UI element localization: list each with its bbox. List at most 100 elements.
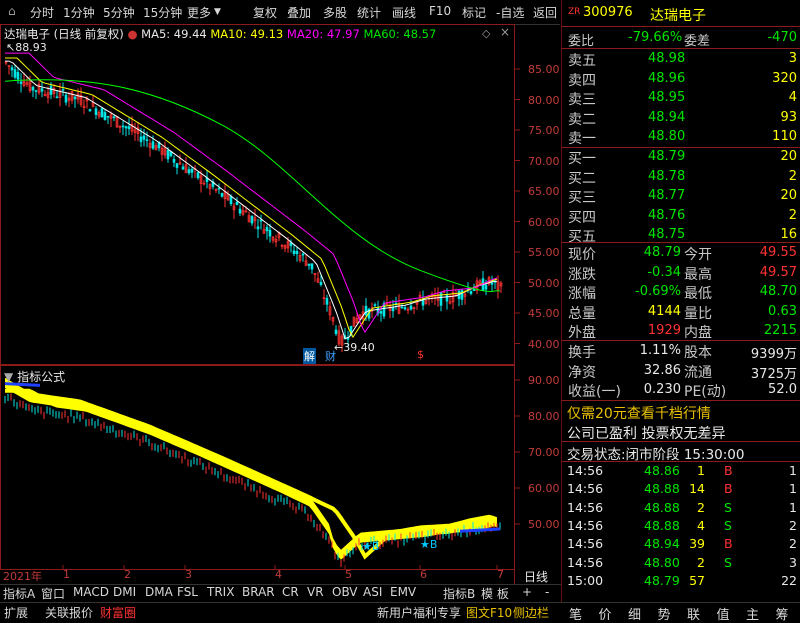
related-quotes-button[interactable]: 关联报价 — [45, 604, 93, 621]
ma-bullet-icon: ● — [127, 27, 138, 41]
tab-trix[interactable]: TRIX — [207, 585, 234, 599]
diamond-icon[interactable]: ◇ — [482, 27, 490, 40]
tab-15min[interactable]: 15分钟 — [143, 4, 182, 21]
tab-macd[interactable]: MACD — [73, 585, 109, 599]
quote-tab[interactable]: 价 — [599, 604, 612, 623]
candle-body — [484, 284, 488, 290]
stats-button[interactable]: 统计 — [357, 4, 381, 21]
candle-body — [112, 116, 116, 119]
candle-body — [379, 311, 383, 314]
tick-count: 2 — [789, 517, 797, 533]
bottom-bar: 扩展 关联报价 财富圈 新用户福利专享 图文F10 侧边栏 笔价细势联值主筹 — [0, 602, 800, 623]
fund-value: 9399万 — [750, 347, 797, 362]
close-icon[interactable]: × — [500, 25, 510, 39]
asks-label: 卖二 — [568, 111, 596, 128]
expand-button[interactable]: 扩展 — [4, 604, 28, 621]
fund-label: 收益(一) — [568, 384, 621, 400]
ma-lines-group — [4, 52, 501, 340]
level2-promo[interactable]: 仅需20元查看千档行情 — [567, 403, 711, 423]
period-daily-label[interactable]: 日线 — [524, 568, 548, 585]
stat-row: 涨幅 -0.69% 最低 48.70 — [562, 282, 800, 302]
weibi-value: -79.66% — [628, 30, 683, 45]
candle-body — [151, 141, 155, 149]
mark-button[interactable]: 标记 — [462, 4, 486, 21]
kline-chart-area[interactable]: 达瑞电子 (日线 前复权) ● MA5: 49.44 MA10: 49.13 M… — [0, 24, 561, 584]
triangle-down-icon[interactable]: ▼ — [4, 370, 13, 384]
tab-fenshi[interactable]: 分时 — [30, 4, 54, 21]
tick-price: 48.80 — [644, 554, 680, 570]
quote-tab[interactable]: 细 — [628, 604, 641, 623]
high-price-value: 88.93 — [15, 41, 47, 54]
tab-cr[interactable]: CR — [282, 585, 299, 599]
zoom-out-button[interactable]: - — [545, 585, 549, 599]
fund-row: 换手 1.11% 股本 9399万 — [562, 341, 800, 362]
divider — [562, 26, 800, 27]
tab-fsl[interactable]: FSL — [177, 585, 198, 599]
stat-value: 49.57 — [759, 264, 797, 280]
buy-signal-1: ★B — [362, 540, 380, 553]
tab-indicator-a[interactable]: 指标A — [3, 585, 35, 602]
tick-count: 1 — [789, 481, 797, 497]
draw-line-button[interactable]: 画线 — [392, 4, 416, 21]
quote-tab[interactable]: 势 — [658, 604, 671, 623]
cai-badge[interactable]: 财 — [325, 348, 336, 364]
f10-button[interactable]: F10 — [429, 4, 451, 18]
tab-more[interactable]: 更多 — [187, 4, 211, 21]
weicha-label: 委差 — [684, 34, 711, 49]
tab-asi[interactable]: ASI — [363, 585, 382, 599]
indicator-title[interactable]: 指标公式 — [17, 370, 65, 384]
date-label-5: 5 — [345, 568, 352, 581]
tick-row: 14:56 48.94 39 B 2 — [562, 534, 800, 552]
promo-row[interactable]: 仅需20元查看千档行情 — [562, 401, 800, 423]
tick-row: 14:56 48.86 1 B 1 — [562, 461, 800, 479]
tab-window[interactable]: 窗口 — [41, 585, 65, 602]
indicator-header: ▼ 指标公式 — [4, 368, 65, 385]
stat-value: -0.69% — [635, 284, 681, 299]
candle-body — [301, 253, 305, 256]
buy-signal-2: ★B — [420, 538, 438, 551]
f10-graphic-button[interactable]: 图文F10 — [466, 604, 512, 621]
candle-body — [250, 215, 254, 224]
tab-brar[interactable]: BRAR — [242, 585, 275, 599]
tab-dmi[interactable]: DMI — [113, 585, 136, 599]
tab-1min[interactable]: 1分钟 — [63, 4, 95, 21]
chevron-down-icon[interactable]: ▼ — [214, 7, 221, 17]
fund-label: 净资 — [568, 364, 596, 381]
stat-value: 1929 — [647, 323, 681, 338]
asks-volume: 320 — [772, 70, 797, 86]
candle-body — [490, 282, 494, 285]
zoom-in-button[interactable]: + — [522, 585, 532, 599]
candle-body — [124, 126, 128, 129]
app-logo-icon: ⌂ — [8, 4, 16, 18]
jie-badge[interactable]: 解 — [303, 348, 316, 364]
candle-body — [145, 139, 149, 142]
wealth-circle-button[interactable]: 财富圈 — [100, 604, 136, 621]
quote-tab[interactable]: 主 — [746, 604, 759, 623]
quote-tab[interactable]: 联 — [687, 604, 700, 623]
dividend-badge[interactable]: $ — [417, 348, 424, 361]
indicator-tick: 60.00 — [528, 482, 560, 495]
candle-body — [319, 282, 323, 285]
fuquan-button[interactable]: 复权 — [253, 4, 277, 21]
sidebar-button[interactable]: 侧边栏 — [513, 604, 549, 621]
asks-price: 48.98 — [648, 51, 686, 66]
fund-value: 3725万 — [750, 366, 797, 382]
new-user-promo[interactable]: 新用户福利专享 — [377, 604, 461, 621]
tab-vr[interactable]: VR — [307, 585, 324, 599]
tick-volume: 1 — [697, 463, 705, 478]
tick-price: 48.86 — [644, 463, 680, 478]
tab-template[interactable]: 模 板 — [481, 585, 509, 602]
price-tick: 55.00 — [528, 246, 560, 259]
overlay-button[interactable]: 叠加 — [287, 4, 311, 21]
back-button[interactable]: 返回 — [533, 4, 557, 21]
multi-stock-button[interactable]: 多股 — [323, 4, 347, 21]
add-watchlist-button[interactable]: -自选 — [496, 4, 524, 21]
tab-obv[interactable]: OBV — [332, 585, 358, 599]
tab-indicator-b[interactable]: 指标B — [443, 585, 475, 602]
tab-dma[interactable]: DMA — [145, 585, 173, 599]
tab-5min[interactable]: 5分钟 — [103, 4, 135, 21]
quote-tab[interactable]: 筹 — [776, 604, 789, 623]
tab-emv[interactable]: EMV — [390, 585, 416, 599]
quote-tab[interactable]: 笔 — [569, 604, 582, 623]
quote-tab[interactable]: 值 — [717, 604, 730, 623]
